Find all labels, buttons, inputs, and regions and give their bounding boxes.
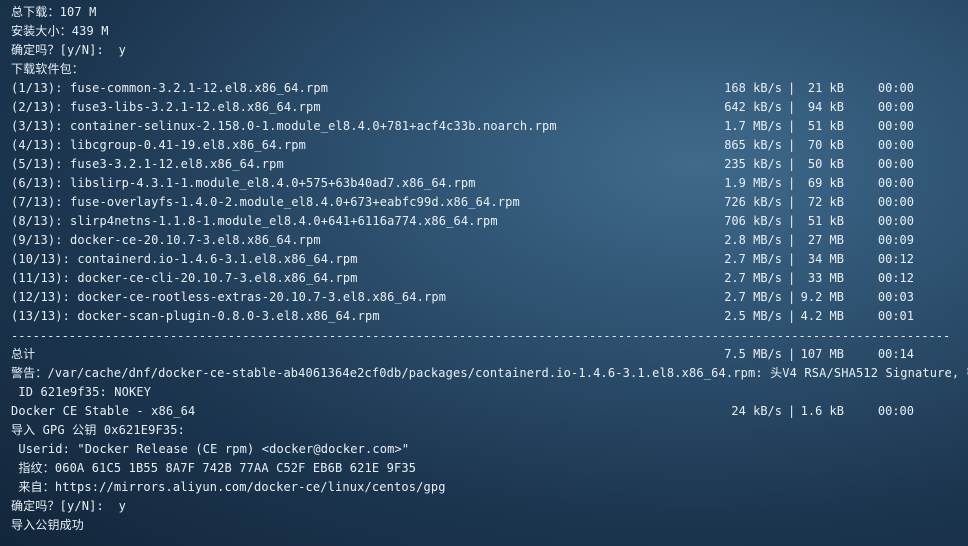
package-time: 00:00 — [877, 176, 914, 190]
repo-size: 1.6 kB — [800, 404, 844, 418]
download-total-line: 总下载：107 M — [11, 5, 97, 19]
package-size: 9.2 MB — [800, 290, 844, 304]
package-separator: | — [788, 81, 796, 95]
terminal-window[interactable]: 总下载：107 M 安装大小：439 M 确定吗？[y/N]: y 下载软件包：… — [0, 0, 968, 546]
total-speed: 7.5 MB/s — [724, 347, 782, 361]
package-speed: 235 kB/s — [724, 157, 782, 171]
package-size: 50 kB — [800, 157, 844, 171]
package-separator: | — [788, 100, 796, 114]
package-speed: 726 kB/s — [724, 195, 782, 209]
package-name: (7/13): fuse-overlayfs-1.4.0-2.module_el… — [11, 195, 520, 209]
package-speed: 706 kB/s — [724, 214, 782, 228]
package-time: 00:03 — [877, 290, 914, 304]
package-separator: | — [788, 138, 796, 152]
package-name: (1/13): fuse-common-3.2.1-12.el8.x86_64.… — [11, 81, 329, 95]
package-separator: | — [788, 309, 796, 323]
package-speed: 642 kB/s — [724, 100, 782, 114]
package-speed: 168 kB/s — [724, 81, 782, 95]
package-separator: | — [788, 290, 796, 304]
warning-key-id-line: ID 621e9f35: NOKEY — [11, 385, 152, 399]
warning-line: 警告：/var/cache/dnf/docker-ce-stable-ab406… — [11, 366, 968, 380]
install-size-line: 安装大小：439 M — [11, 24, 109, 38]
key-source-line: 来自：https://mirrors.aliyun.com/docker-ce/… — [11, 480, 446, 494]
downloading-packages-line: 下载软件包： — [11, 62, 84, 76]
package-time: 00:00 — [877, 195, 914, 209]
package-size: 27 MB — [800, 233, 844, 247]
package-speed: 865 kB/s — [724, 138, 782, 152]
package-time: 00:12 — [877, 252, 914, 266]
repo-separator: | — [788, 404, 796, 418]
package-time: 00:00 — [877, 119, 914, 133]
package-separator: | — [788, 252, 796, 266]
package-speed: 2.5 MB/s — [724, 309, 782, 323]
package-name: (12/13): docker-ce-rootless-extras-20.10… — [11, 290, 447, 304]
package-size: 51 kB — [800, 214, 844, 228]
package-time: 00:00 — [877, 81, 914, 95]
package-speed: 2.8 MB/s — [724, 233, 782, 247]
package-separator: | — [788, 195, 796, 209]
package-name: (9/13): docker-ce-20.10.7-3.el8.x86_64.r… — [11, 233, 321, 247]
package-size: 72 kB — [800, 195, 844, 209]
package-name: (8/13): slirp4netns-1.1.8-1.module_el8.4… — [11, 214, 498, 228]
package-name: (13/13): docker-scan-plugin-0.8.0-3.el8.… — [11, 309, 380, 323]
confirm-prompt-line: 确定吗？[y/N]: y — [11, 43, 126, 57]
package-size: 69 kB — [800, 176, 844, 190]
package-time: 00:00 — [877, 214, 914, 228]
package-speed: 2.7 MB/s — [724, 271, 782, 285]
package-time: 00:12 — [877, 271, 914, 285]
repo-speed: 24 kB/s — [731, 404, 782, 418]
package-separator: | — [788, 157, 796, 171]
package-separator: | — [788, 214, 796, 228]
import-success-line: 导入公钥成功 — [11, 518, 84, 532]
package-name: (2/13): fuse3-libs-3.2.1-12.el8.x86_64.r… — [11, 100, 321, 114]
package-time: 00:01 — [877, 309, 914, 323]
package-name: (5/13): fuse3-3.2.1-12.el8.x86_64.rpm — [11, 157, 284, 171]
package-time: 00:09 — [877, 233, 914, 247]
package-speed: 1.7 MB/s — [724, 119, 782, 133]
userid-line: Userid: "Docker Release (CE rpm) <docker… — [11, 442, 410, 456]
package-speed: 2.7 MB/s — [724, 252, 782, 266]
package-name: (11/13): docker-ce-cli-20.10.7-3.el8.x86… — [11, 271, 358, 285]
package-size: 94 kB — [800, 100, 844, 114]
package-size: 21 kB — [800, 81, 844, 95]
package-time: 00:00 — [877, 138, 914, 152]
package-size: 33 MB — [800, 271, 844, 285]
separator-line: ----------------------------------------… — [11, 329, 951, 343]
package-size: 70 kB — [800, 138, 844, 152]
package-name: (3/13): container-selinux-2.158.0-1.modu… — [11, 119, 557, 133]
package-time: 00:00 — [877, 157, 914, 171]
package-size: 4.2 MB — [800, 309, 844, 323]
package-size: 51 kB — [800, 119, 844, 133]
import-gpg-line: 导入 GPG 公钥 0x621E9F35: — [11, 423, 185, 437]
package-separator: | — [788, 271, 796, 285]
package-time: 00:00 — [877, 100, 914, 114]
fingerprint-line: 指纹：060A 61C5 1B55 8A7F 742B 77AA C52F EB… — [11, 461, 417, 475]
package-separator: | — [788, 176, 796, 190]
confirm-prompt-line-2: 确定吗？[y/N]: y — [11, 499, 126, 513]
package-speed: 2.7 MB/s — [724, 290, 782, 304]
package-name: (6/13): libslirp-4.3.1-1.module_el8.4.0+… — [11, 176, 476, 190]
package-separator: | — [788, 119, 796, 133]
package-size: 34 MB — [800, 252, 844, 266]
package-speed: 1.9 MB/s — [724, 176, 782, 190]
total-time: 00:14 — [877, 347, 914, 361]
total-label: 总计 — [11, 347, 36, 361]
repo-label: Docker CE Stable - x86_64 — [11, 404, 196, 418]
package-name: (10/13): containerd.io-1.4.6-3.1.el8.x86… — [11, 252, 358, 266]
package-separator: | — [788, 233, 796, 247]
total-size: 107 MB — [800, 347, 844, 361]
repo-time: 00:00 — [877, 404, 914, 418]
package-name: (4/13): libcgroup-0.41-19.el8.x86_64.rpm — [11, 138, 306, 152]
total-separator: | — [788, 347, 796, 361]
